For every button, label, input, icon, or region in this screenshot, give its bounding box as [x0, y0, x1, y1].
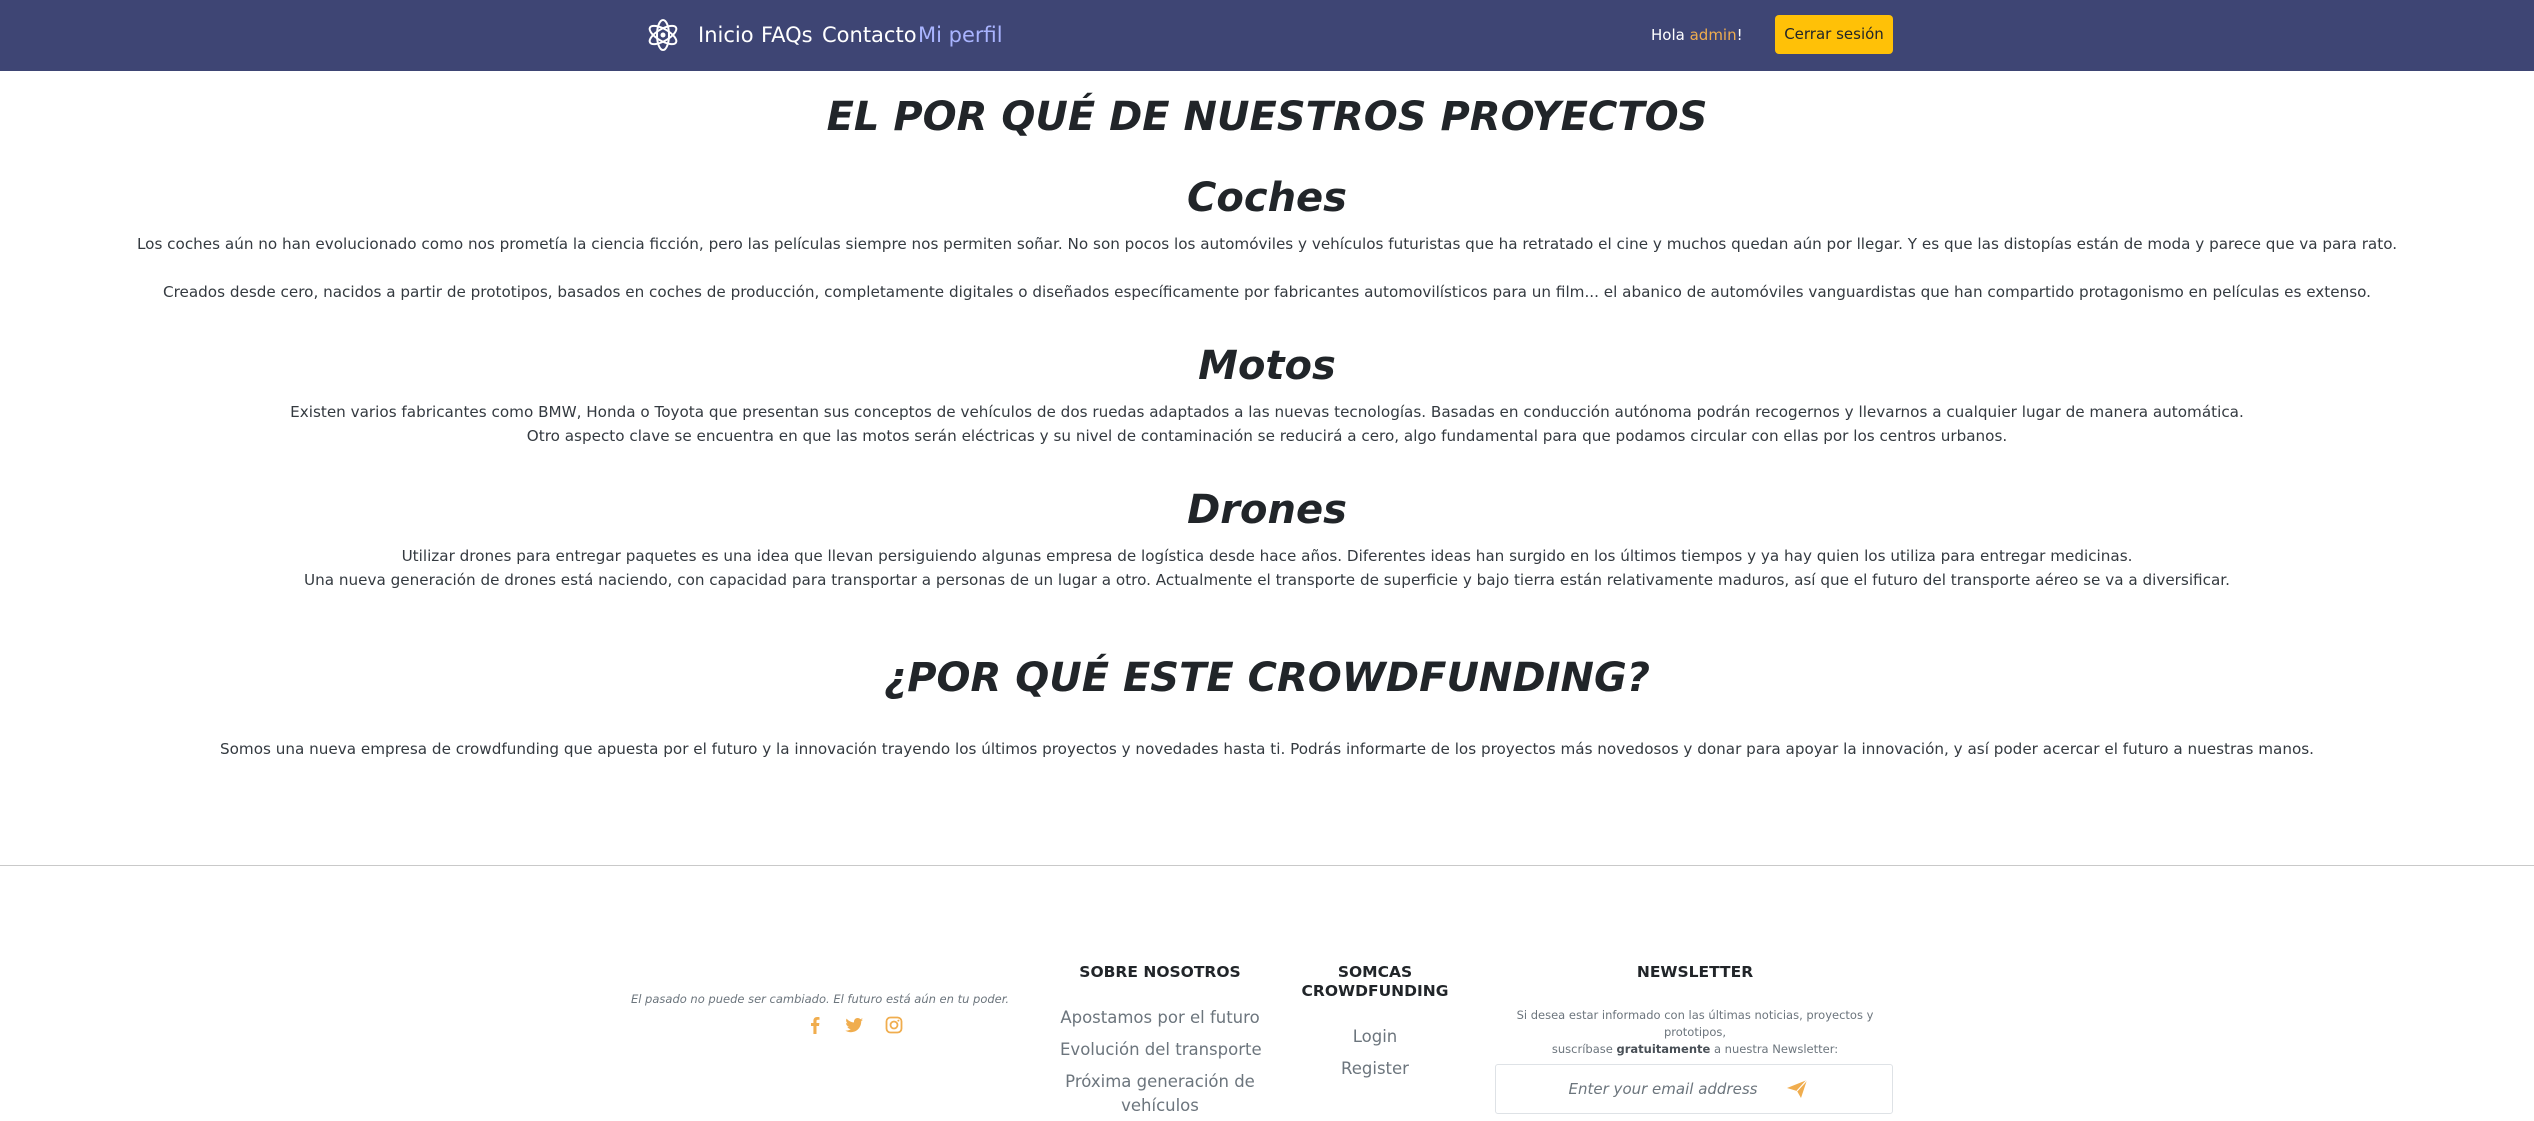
footer-divider	[0, 865, 2534, 866]
footer-link-register[interactable]: Register	[1270, 1057, 1480, 1081]
nav-link-mi-perfil[interactable]: Mi perfil	[918, 21, 1003, 49]
nav-link-faqs[interactable]: FAQs	[761, 21, 813, 49]
newsletter-text-bold: gratuitamente	[1616, 1042, 1711, 1056]
footer-link-transport[interactable]: Evolución del transporte	[1060, 1038, 1262, 1062]
section-heading-coches: Coches	[1187, 175, 1347, 221]
brand-heading-line1: SOMCAS	[1337, 963, 1413, 981]
newsletter-description: Si desea estar informado con las últimas…	[1495, 1007, 1895, 1058]
coches-paragraph-2: Creados desde cero, nacidos a partir de …	[163, 283, 2371, 301]
drones-paragraph-1: Utilizar drones para entregar paquetes e…	[401, 547, 2133, 565]
section-heading-motos: Motos	[1198, 343, 1336, 389]
twitter-icon[interactable]	[844, 1015, 864, 1035]
drones-paragraph-2: Una nueva generación de drones está naci…	[304, 571, 2230, 589]
footer-link-login[interactable]: Login	[1270, 1025, 1480, 1049]
facebook-icon[interactable]	[805, 1015, 825, 1035]
logo-icon[interactable]	[645, 17, 681, 53]
instagram-icon[interactable]	[884, 1015, 904, 1035]
footer-tagline: El pasado no puede ser cambiado. El futu…	[630, 992, 1010, 1006]
footer-link-future[interactable]: Apostamos por el futuro	[1060, 1006, 1260, 1030]
footer-heading-brand: SOMCAS CROWDFUNDING	[1270, 963, 1480, 1001]
greeting-suffix: !	[1736, 26, 1743, 44]
greeting-prefix: Hola	[1651, 26, 1685, 44]
footer-link-next-gen[interactable]: Próxima generación de	[1060, 1070, 1260, 1094]
newsletter-form	[1495, 1064, 1893, 1114]
footer-heading-about: SOBRE NOSOTROS	[1079, 963, 1241, 981]
newsletter-text-line1: Si desea estar informado con las últimas…	[1516, 1008, 1874, 1039]
page-title: EL POR QUÉ DE NUESTROS PROYECTOS	[826, 94, 1708, 140]
newsletter-text-prefix: suscríbase	[1551, 1042, 1613, 1056]
motos-paragraph-1: Existen varios fabricantes como BMW, Hon…	[290, 403, 2244, 421]
section-heading-drones: Drones	[1187, 487, 1347, 533]
user-greeting: Hola admin!	[1651, 24, 1743, 46]
navbar: Inicio FAQs Contacto Mi perfil Hola admi…	[0, 0, 2534, 71]
send-icon[interactable]	[1786, 1079, 1808, 1099]
crowdfunding-title: ¿POR QUÉ ESTE CROWDFUNDING?	[883, 655, 1650, 701]
newsletter-text-suffix: a nuestra Newsletter:	[1713, 1042, 1839, 1056]
nav-link-inicio[interactable]: Inicio	[698, 21, 754, 49]
motos-paragraph-2: Otro aspecto clave se encuentra en que l…	[526, 427, 2008, 445]
footer-link-next-gen-line2[interactable]: vehículos	[1060, 1094, 1260, 1118]
newsletter-email-input[interactable]	[1516, 1074, 1810, 1104]
coches-paragraph-1: Los coches aún no han evolucionado como …	[136, 235, 2398, 253]
crowdfunding-paragraph: Somos una nueva empresa de crowdfunding …	[219, 740, 2315, 758]
greeting-username: admin	[1689, 26, 1737, 44]
brand-heading-line2: CROWDFUNDING	[1301, 982, 1449, 1000]
logout-button[interactable]: Cerrar sesión	[1775, 15, 1893, 54]
footer-heading-newsletter: NEWSLETTER	[1636, 963, 1754, 981]
nav-link-contacto[interactable]: Contacto	[822, 21, 917, 49]
